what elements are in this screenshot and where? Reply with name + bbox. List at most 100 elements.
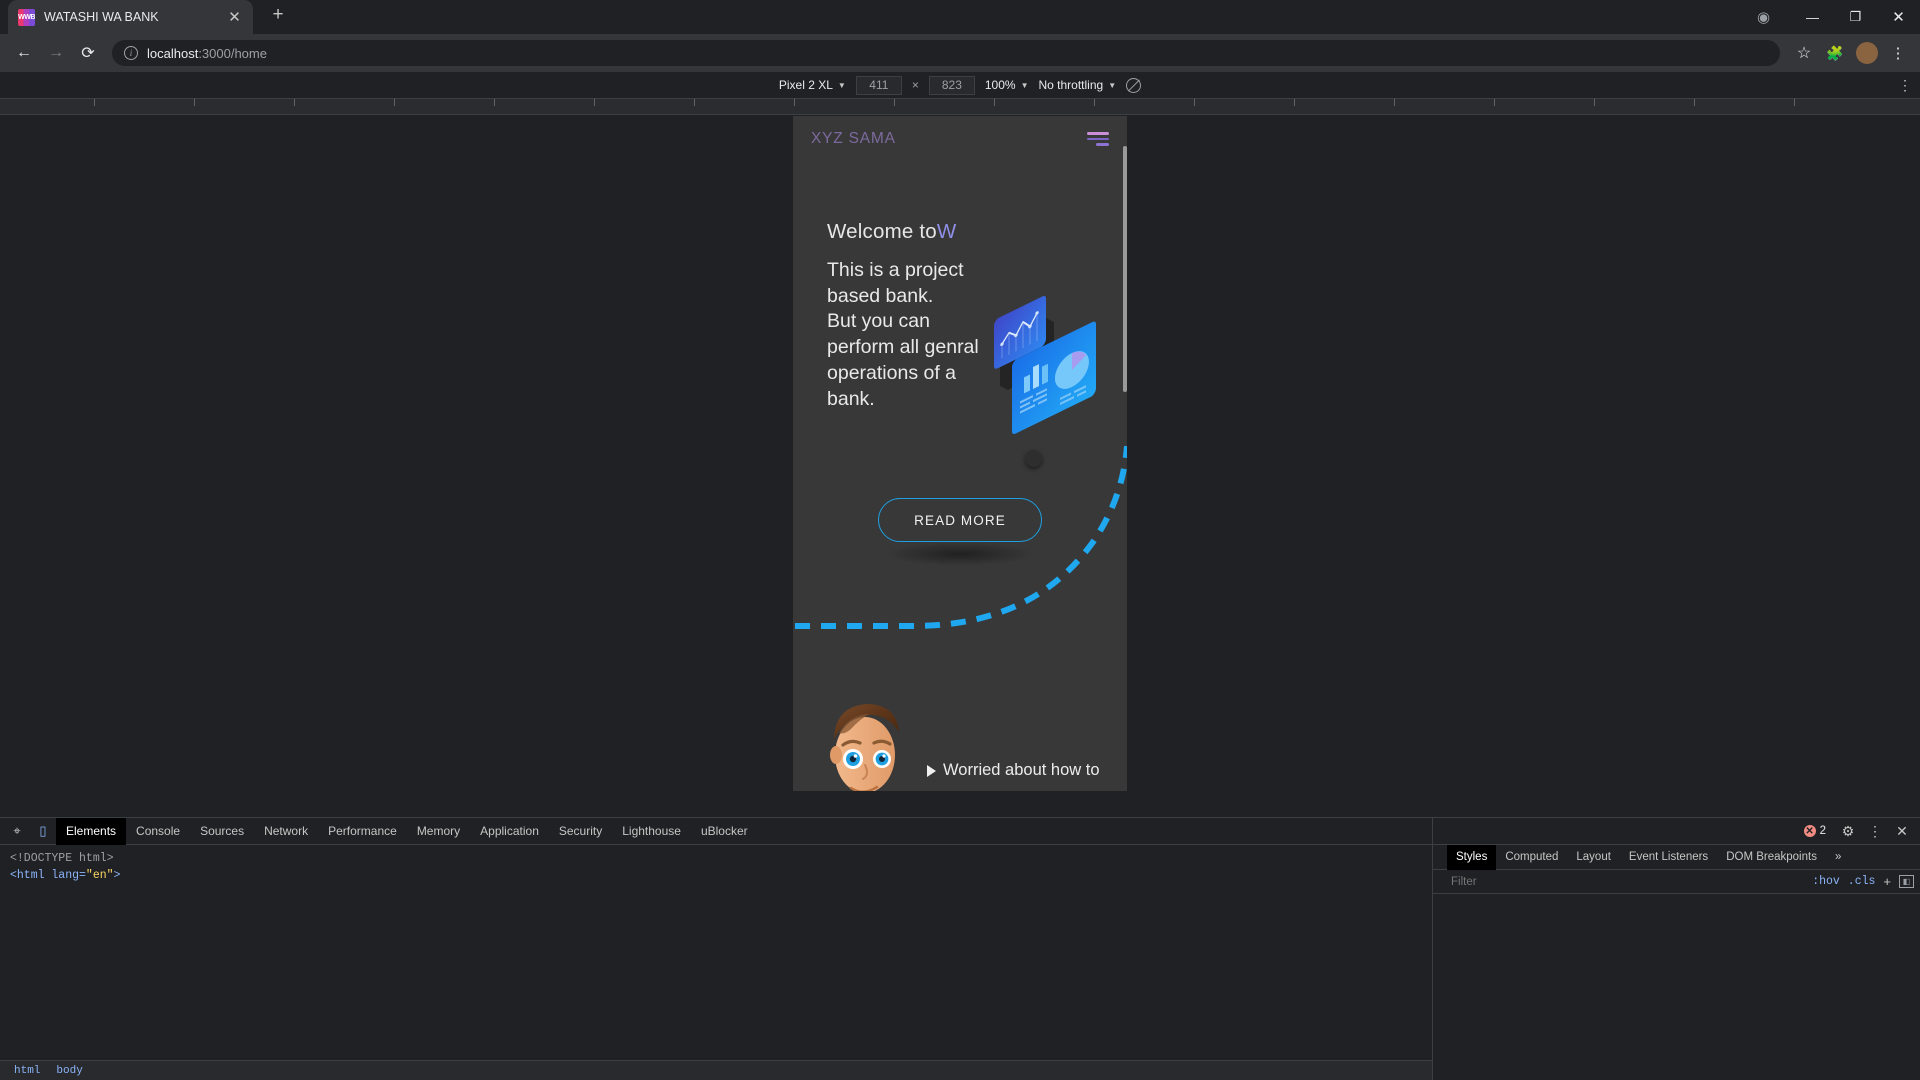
devtools-controls: ✕ 2 ⚙ ⋮ ✕ (1433, 818, 1920, 845)
devtools-tab-elements[interactable]: Elements (56, 817, 127, 845)
url-path: :3000/home (198, 45, 267, 61)
dom-html-line[interactable]: <html lang="en"> (10, 868, 1422, 885)
dom-tree[interactable]: <!DOCTYPE html> <html lang="en"> (0, 845, 1432, 1060)
hero-title-accent: W (936, 220, 957, 243)
devtools-tab-security[interactable]: Security (549, 818, 612, 845)
breadcrumb-item-html[interactable]: html (6, 1065, 48, 1077)
back-arrow-icon[interactable]: ← (10, 39, 38, 67)
url-text: localhost:3000/home (147, 46, 267, 61)
devtools-tab-lighthouse[interactable]: Lighthouse (612, 818, 691, 845)
gear-icon[interactable]: ⚙ (1836, 819, 1860, 843)
cls-toggle[interactable]: .cls (1848, 875, 1876, 888)
zoom-level: 100% (984, 78, 1016, 92)
styles-tab-event-listeners[interactable]: Event Listeners (1620, 845, 1717, 870)
isometric-dashboard-card-icon (994, 296, 1096, 434)
inspect-cursor-icon[interactable]: ⌖ (4, 818, 30, 844)
hero-title-text: Welcome to (827, 220, 937, 243)
info-icon[interactable]: i (124, 46, 138, 60)
devtools-tab-performance[interactable]: Performance (318, 818, 407, 845)
cartoon-man-avatar-icon (830, 704, 899, 791)
styles-tab-computed[interactable]: Computed (1496, 845, 1567, 870)
maximize-button[interactable]: ❐ (1834, 0, 1877, 34)
throttling-value: No throttling (1038, 78, 1104, 92)
panel-toggle-icon[interactable]: ◧ (1899, 875, 1914, 888)
device-toolbar-menu-icon[interactable]: ⋮ (1898, 77, 1912, 94)
viewport-height-input[interactable]: 823 (928, 75, 975, 95)
url-host: localhost (147, 45, 199, 61)
record-icon[interactable]: ◉ (1742, 0, 1785, 34)
error-count: 2 (1819, 825, 1826, 837)
zoom-selector[interactable]: 100% ▼ (985, 78, 1029, 92)
forward-arrow-icon[interactable]: → (42, 39, 70, 67)
throttling-selector[interactable]: No throttling ▼ (1038, 78, 1116, 92)
site-header: XYZ SAMA (793, 116, 1127, 162)
dom-lang-value: "en" (85, 868, 114, 882)
device-stage: XYZ SAMA Welcome toW This is a project b… (0, 99, 1920, 817)
device-selector[interactable]: Pixel 2 XL ▼ (779, 78, 846, 92)
devtools-close-icon[interactable]: ✕ (1890, 819, 1914, 843)
styles-tab-dom-breakpoints[interactable]: DOM Breakpoints (1717, 845, 1826, 870)
navigation-bar: ← → ⟳ i localhost:3000/home ☆ 🧩 ⋮ (0, 34, 1920, 72)
minimize-button[interactable]: — (1791, 0, 1834, 34)
styles-tab-bar: Styles Computed Layout Event Listeners D… (1433, 844, 1920, 870)
devtools-sidebar: ✕ 2 ⚙ ⋮ ✕ Styles Computed Layout Event L… (1432, 818, 1920, 1080)
devtools-tab-console[interactable]: Console (126, 818, 190, 845)
reload-icon[interactable]: ⟳ (74, 39, 102, 67)
breadcrumb-item-body[interactable]: body (48, 1065, 90, 1077)
styles-tab-layout[interactable]: Layout (1567, 845, 1620, 870)
devtools-tab-sources[interactable]: Sources (190, 818, 254, 845)
avatar[interactable] (1856, 42, 1878, 64)
hamburger-menu-icon[interactable] (1087, 132, 1109, 146)
puzzle-icon[interactable]: 🧩 (1822, 45, 1848, 62)
breadcrumb: html body (0, 1060, 1432, 1080)
tab-favicon-icon: WWB (18, 8, 35, 26)
devtools-main: ⌖ ▯ Elements Console Sources Network Per… (0, 817, 1432, 1080)
plus-icon[interactable]: + (1883, 874, 1891, 889)
hero-section: Welcome toW This is a project based bank… (793, 162, 1127, 467)
dom-html-close: > (113, 868, 121, 882)
device-viewport[interactable]: XYZ SAMA Welcome toW This is a project b… (793, 116, 1127, 791)
viewport-width-input[interactable]: 411 (855, 75, 902, 95)
device-name: Pixel 2 XL (778, 78, 833, 92)
address-bar[interactable]: i localhost:3000/home (112, 40, 1780, 66)
devtools-tab-application[interactable]: Application (470, 818, 549, 845)
styles-tab-overflow-icon[interactable]: » (1826, 845, 1850, 870)
bottom-callout-text: Worried about how to (943, 761, 1100, 780)
chevron-down-icon: ▼ (1020, 80, 1029, 90)
devtools-tab-network[interactable]: Network (254, 818, 318, 845)
play-triangle-icon (927, 765, 936, 778)
devtools-tab-bar: ⌖ ▯ Elements Console Sources Network Per… (0, 817, 1432, 845)
styles-rules-list[interactable] (1433, 894, 1920, 1080)
hov-toggle[interactable]: :hov (1812, 875, 1840, 888)
tab-title: WATASHI WA BANK (44, 10, 159, 24)
no-throttle-icon[interactable] (1126, 77, 1142, 93)
dimension-separator: × (911, 78, 919, 92)
new-tab-button[interactable]: + (265, 2, 291, 28)
devtools-tab-ublocker[interactable]: uBlocker (691, 818, 758, 845)
tab-strip: WWB WATASHI WA BANK ✕ + ◉ — ❐ ✕ (0, 0, 1920, 34)
kebab-menu-icon[interactable]: ⋮ (1886, 44, 1910, 62)
bottom-callout: Worried about how to (927, 760, 1127, 781)
window-close-button[interactable]: ✕ (1877, 0, 1920, 34)
error-badge[interactable]: ✕ 2 (1797, 824, 1833, 838)
dom-doctype-line: <!DOCTYPE html> (10, 852, 114, 865)
device-toggle-icon[interactable]: ▯ (30, 818, 56, 844)
dom-html-open: <html lang= (10, 868, 86, 882)
device-toolbar: Pixel 2 XL ▼ 411 × 823 100% ▼ No throttl… (0, 72, 1920, 99)
chevron-down-icon: ▼ (837, 80, 846, 90)
page-scrollbar[interactable] (1123, 146, 1127, 392)
window-controls: ◉ — ❐ ✕ (1742, 0, 1920, 34)
browser-tab[interactable]: WWB WATASHI WA BANK ✕ (8, 0, 253, 34)
kebab-menu-icon[interactable]: ⋮ (1863, 819, 1887, 843)
site-logo[interactable]: XYZ SAMA (811, 130, 896, 148)
styles-filter-row: :hov .cls + ◧ (1433, 870, 1920, 894)
page-title: Welcome toW (827, 220, 1127, 244)
devtools-tab-memory[interactable]: Memory (407, 818, 470, 845)
chevron-down-icon: ▼ (1108, 80, 1117, 90)
styles-filter-input[interactable] (1447, 872, 1805, 891)
tab-close-icon[interactable]: ✕ (226, 9, 243, 26)
styles-tab-styles[interactable]: Styles (1447, 844, 1497, 870)
error-icon: ✕ (1803, 825, 1816, 837)
horizontal-ruler (0, 99, 1920, 115)
star-icon[interactable]: ☆ (1790, 39, 1818, 67)
